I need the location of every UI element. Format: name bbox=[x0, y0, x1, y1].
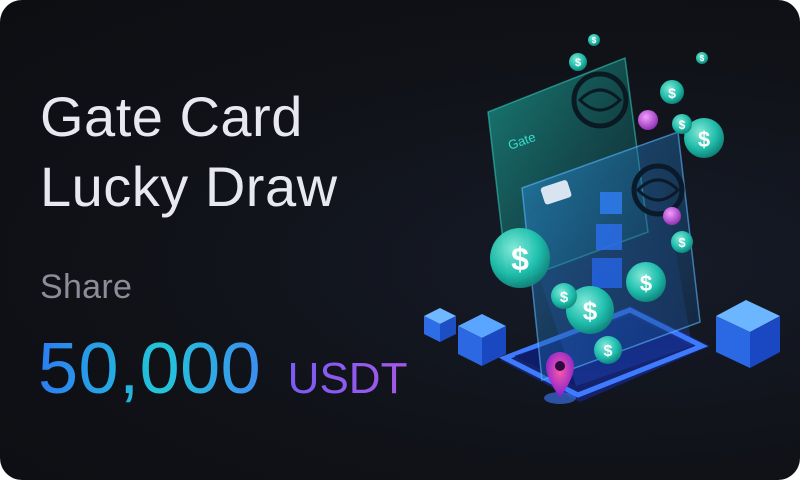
svg-text:$: $ bbox=[640, 271, 652, 296]
dollar-coin-icon: $ bbox=[551, 283, 577, 309]
dollar-coin-icon: $ bbox=[672, 114, 692, 134]
svg-text:$: $ bbox=[698, 127, 710, 152]
share-label: Share bbox=[40, 268, 133, 306]
banner-title-line-1: Gate Card bbox=[40, 85, 303, 148]
dollar-coin-icon: $ bbox=[569, 53, 587, 71]
banner-title: Gate Card Lucky Draw bbox=[40, 82, 460, 222]
prize-amount: 50,000 bbox=[38, 329, 262, 409]
svg-text:$: $ bbox=[678, 235, 686, 250]
svg-text:$: $ bbox=[575, 57, 581, 69]
dollar-coin-icon: $ bbox=[671, 231, 693, 253]
banner-title-line-2: Lucky Draw bbox=[40, 155, 338, 218]
dollar-coin-icon: $ bbox=[696, 52, 708, 64]
prize-amount-row: 50,000 USDT bbox=[38, 328, 407, 410]
orb-icon bbox=[638, 110, 658, 130]
svg-text:$: $ bbox=[679, 118, 686, 132]
cube-small-left bbox=[424, 308, 456, 342]
location-pin-icon bbox=[544, 352, 576, 404]
orb-icon bbox=[663, 207, 681, 225]
cube-medium-left bbox=[458, 314, 506, 366]
svg-text:$: $ bbox=[604, 343, 613, 360]
svg-text:$: $ bbox=[560, 289, 569, 306]
svg-text:$: $ bbox=[668, 85, 676, 101]
svg-text:$: $ bbox=[700, 54, 705, 63]
dollar-coin-icon: $ bbox=[594, 336, 622, 364]
promo-banner[interactable]: Gate Card Lucky Draw Share 50,000 USDT G… bbox=[0, 0, 800, 480]
svg-text:$: $ bbox=[592, 36, 597, 45]
dollar-coin-icon: $ bbox=[490, 228, 550, 288]
svg-text:$: $ bbox=[511, 241, 529, 277]
prize-unit: USDT bbox=[287, 354, 408, 403]
card-illustration: Gate $ $ $ $ $ $ $ $ $ $ $ $ bbox=[424, 34, 780, 404]
dollar-coin-icon: $ bbox=[660, 80, 684, 104]
dollar-coin-icon: $ bbox=[588, 34, 600, 46]
svg-text:$: $ bbox=[583, 296, 598, 326]
cube-large-right bbox=[716, 300, 780, 368]
dollar-coin-icon: $ bbox=[626, 262, 666, 302]
